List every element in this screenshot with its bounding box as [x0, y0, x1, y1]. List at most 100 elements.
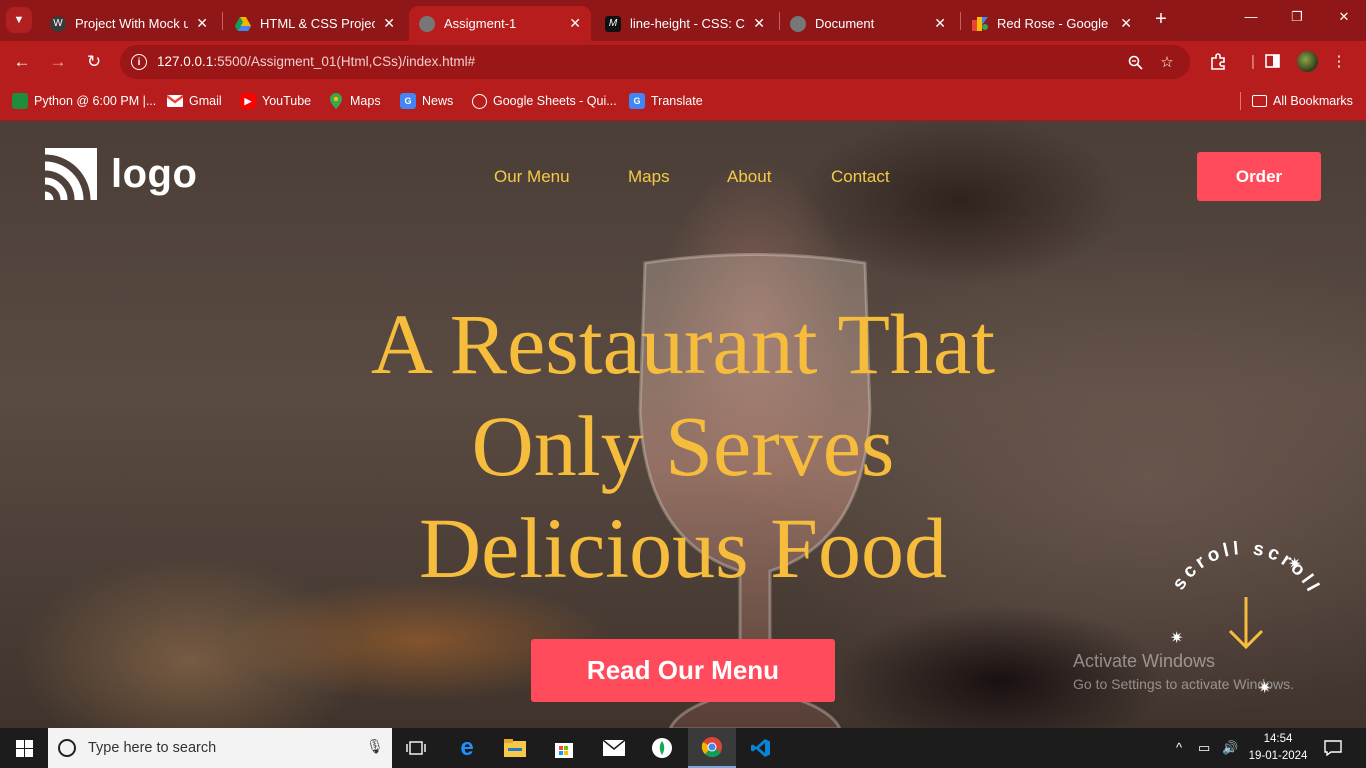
minimize-icon[interactable]: —: [1240, 9, 1262, 24]
maps-icon: [328, 93, 344, 109]
profile-avatar[interactable]: [1297, 51, 1318, 72]
clock-date: 19-01-2024: [1248, 750, 1308, 762]
bookmark-label: Maps: [350, 94, 381, 108]
battery-icon[interactable]: ▭: [1198, 740, 1210, 756]
bookmark-label: Google Sheets - Qui...: [493, 94, 617, 108]
globe-icon: [419, 15, 435, 32]
tab-title: line-height - CSS: Cas: [630, 16, 745, 31]
bookmark-google-sheets[interactable]: Google Sheets - Qui...: [472, 92, 617, 110]
close-icon[interactable]: ✕: [383, 15, 395, 32]
close-icon[interactable]: ✕: [753, 15, 765, 32]
close-icon[interactable]: ✕: [569, 15, 581, 32]
close-icon[interactable]: ✕: [1120, 15, 1132, 32]
back-arrow-icon[interactable]: ←: [11, 51, 33, 73]
all-bookmarks-label: All Bookmarks: [1273, 94, 1353, 108]
nav-maps[interactable]: Maps: [628, 167, 670, 187]
new-tab-plus-icon[interactable]: +: [1150, 8, 1172, 30]
bookmark-youtube[interactable]: ▶ YouTube: [240, 92, 311, 110]
mail-icon[interactable]: [590, 728, 638, 768]
sparkle-icon: ✷: [1288, 556, 1301, 573]
windows-taskbar: Type here to search 🎙 e ^ ▭ 🔊 14:54 19-0…: [0, 728, 1366, 768]
zoom-icon[interactable]: [1126, 53, 1144, 71]
mdn-icon: M: [605, 15, 621, 32]
vscode-icon[interactable]: [737, 728, 785, 768]
news-icon: G: [400, 93, 416, 109]
mongodb-compass-icon[interactable]: [638, 728, 686, 768]
bookmark-star-icon[interactable]: ☆: [1158, 53, 1176, 71]
sparkle-icon: ✷: [1258, 680, 1271, 697]
tab-html-css-project[interactable]: HTML & CSS Project ✕: [225, 6, 405, 41]
all-bookmarks[interactable]: All Bookmarks: [1252, 92, 1353, 110]
divider: |: [1251, 52, 1255, 70]
search-placeholder: Type here to search: [88, 740, 217, 756]
sparkle-icon: ✷: [1170, 630, 1183, 647]
tab-line-height-css[interactable]: M line-height - CSS: Cas ✕: [595, 6, 775, 41]
browser-tab-bar: ▼ W Project With Mock up ✕ HTML & CSS Pr…: [0, 0, 1366, 41]
bookmark-label: News: [422, 94, 454, 108]
close-icon[interactable]: ✕: [196, 15, 208, 32]
bookmark-label: Translate: [651, 94, 703, 108]
tab-assigment-1[interactable]: Assigment-1 ✕: [409, 6, 591, 41]
nav-contact[interactable]: Contact: [831, 167, 890, 187]
windows-start-icon[interactable]: [0, 728, 48, 768]
browser-toolbar: ← → ↻ i 127.0.0.1:5500/Assigment_01(Html…: [0, 41, 1366, 83]
system-clock[interactable]: 14:54 19-01-2024: [1248, 731, 1308, 765]
tab-project-with-mock-up[interactable]: W Project With Mock up ✕: [40, 6, 218, 41]
tab-title: Document: [815, 16, 875, 31]
forward-arrow-icon[interactable]: →: [47, 51, 69, 73]
address-bar[interactable]: i 127.0.0.1:5500/Assigment_01(Html,CSs)/…: [120, 45, 1190, 79]
google-fonts-icon: [972, 16, 988, 32]
microsoft-store-icon[interactable]: [540, 728, 588, 768]
tab-document[interactable]: Document ✕: [780, 6, 956, 41]
address-url[interactable]: 127.0.0.1:5500/Assigment_01(Html,CSs)/in…: [157, 54, 475, 69]
tab-search-dropdown-icon[interactable]: ▼: [6, 7, 32, 33]
taskbar-search-box[interactable]: Type here to search 🎙: [48, 728, 392, 768]
order-button[interactable]: Order: [1197, 152, 1321, 201]
bookmark-python-class[interactable]: Python @ 6:00 PM |...: [12, 92, 156, 110]
show-hidden-icons-icon[interactable]: ^: [1176, 740, 1182, 755]
volume-icon[interactable]: 🔊: [1222, 740, 1238, 756]
hero-line-3: Delicious Food: [419, 500, 947, 596]
globe-icon: [790, 15, 806, 32]
page-viewport: logo Our Menu Maps About Contact Order A…: [0, 121, 1366, 728]
reload-icon[interactable]: ↻: [83, 51, 105, 73]
close-icon[interactable]: ✕: [934, 15, 946, 32]
microphone-icon[interactable]: 🎙: [366, 738, 384, 755]
bookmark-news[interactable]: G News: [400, 92, 453, 110]
nav-our-menu[interactable]: Our Menu: [494, 167, 570, 187]
restore-icon[interactable]: ❐: [1286, 9, 1308, 25]
nav-about[interactable]: About: [727, 167, 771, 187]
chrome-icon[interactable]: [688, 728, 736, 768]
scroll-badge[interactable]: scroll scroll ✷ ✷ ✷: [1160, 541, 1330, 711]
file-explorer-icon[interactable]: [491, 728, 539, 768]
hero-line-2: Only Serves: [471, 398, 895, 494]
notification-center-icon[interactable]: [1322, 738, 1344, 758]
window-close-icon[interactable]: ✕: [1333, 9, 1355, 25]
tab-title: HTML & CSS Project: [260, 16, 376, 31]
hero-line-1: A Restaurant That: [370, 296, 996, 392]
bookmark-gmail[interactable]: Gmail: [167, 92, 222, 110]
tab-title: Red Rose - Google Fo: [997, 16, 1112, 31]
search-icon: [58, 739, 76, 757]
wordpress-icon: W: [50, 15, 66, 32]
site-logo[interactable]: logo: [45, 148, 197, 200]
classroom-icon: [12, 93, 28, 109]
more-menu-icon[interactable]: ⋮: [1329, 51, 1349, 71]
logo-icon: [45, 148, 97, 200]
edge-icon[interactable]: e: [443, 728, 491, 768]
gmail-icon: [167, 93, 183, 109]
side-panel-icon[interactable]: [1262, 51, 1282, 71]
globe-icon: [472, 93, 487, 109]
clock-time: 14:54: [1263, 733, 1293, 745]
google-drive-icon: [235, 16, 251, 32]
translate-icon: G: [629, 93, 645, 109]
task-view-icon[interactable]: [392, 728, 440, 768]
folder-icon: [1252, 95, 1267, 107]
tab-red-rose-google-fonts[interactable]: Red Rose - Google Fo ✕: [962, 6, 1142, 41]
bookmark-label: Gmail: [189, 94, 222, 108]
site-info-icon[interactable]: i: [131, 54, 147, 70]
extensions-icon[interactable]: [1208, 51, 1228, 71]
bookmark-translate[interactable]: G Translate: [629, 92, 703, 110]
bookmark-maps[interactable]: Maps: [328, 92, 381, 110]
read-our-menu-button[interactable]: Read Our Menu: [531, 639, 835, 702]
